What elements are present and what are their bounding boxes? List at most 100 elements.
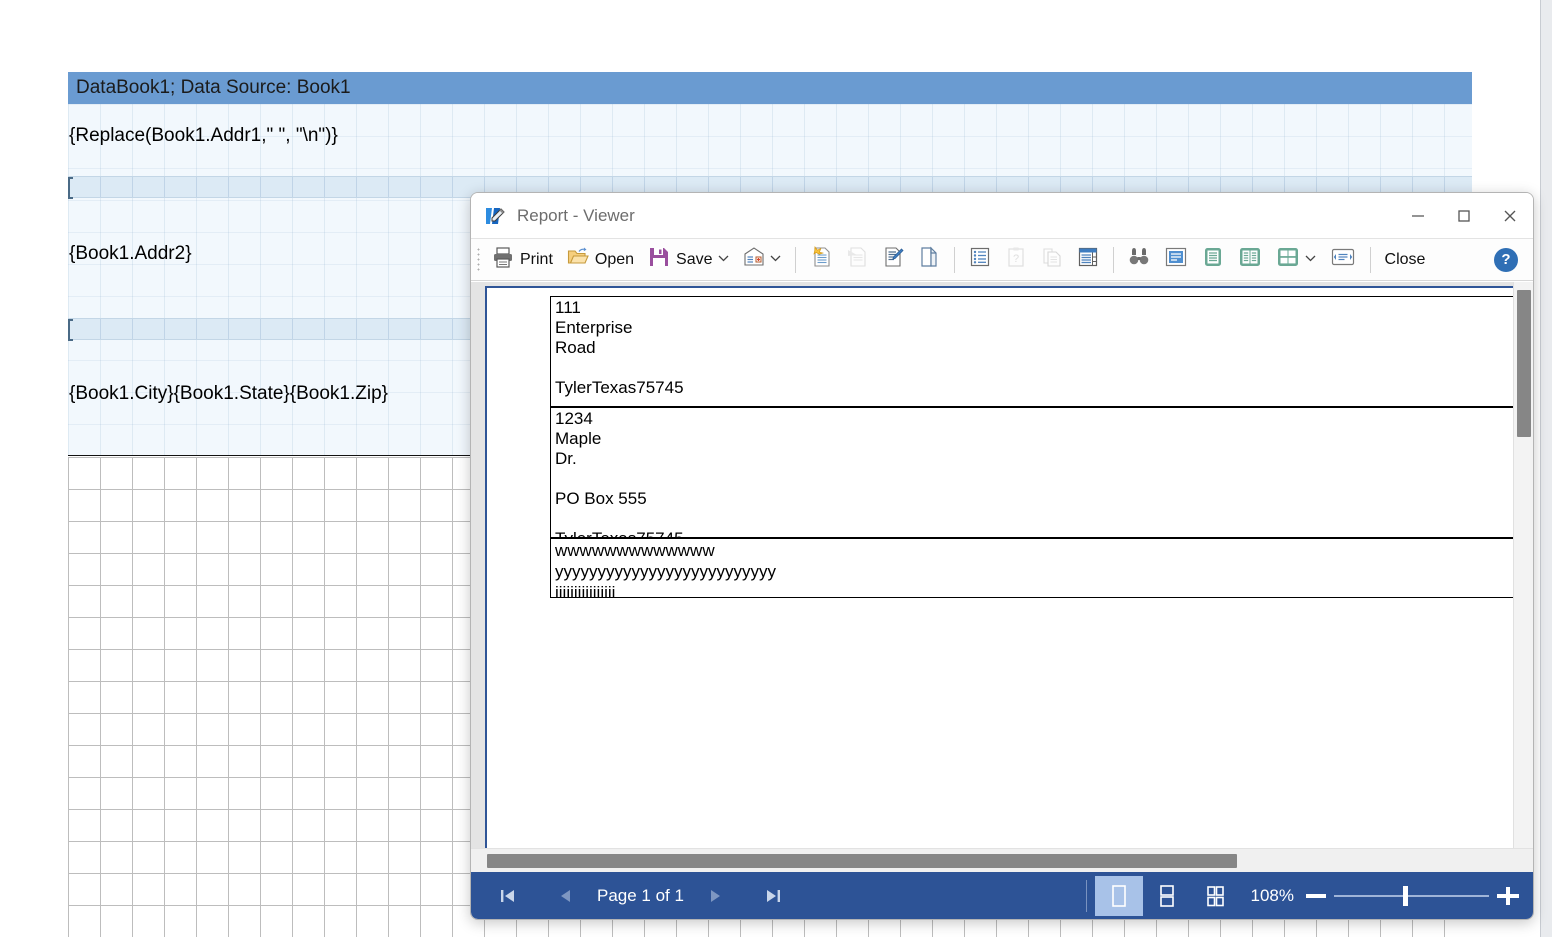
zoom-in-button[interactable]	[1497, 885, 1519, 907]
page-width-button[interactable]	[1324, 243, 1362, 277]
chevron-down-icon[interactable]	[770, 254, 781, 265]
toolbar-separator	[953, 246, 955, 273]
multi-page-view-button[interactable]	[1270, 243, 1322, 277]
single-page-view-button[interactable]	[1158, 243, 1194, 277]
find-icon	[1128, 246, 1150, 273]
viewer-toolbar[interactable]: Print Open Save ? Close ?	[471, 238, 1533, 281]
toolbar-separator	[794, 246, 796, 273]
view-mode-continuous[interactable]	[1143, 876, 1191, 916]
two-page-view-button[interactable]	[1232, 243, 1268, 277]
record-line: Road	[555, 338, 596, 357]
vertical-scrollbar[interactable]	[1513, 282, 1533, 874]
next-page-button[interactable]	[696, 878, 734, 914]
close-report-button[interactable]: Close	[1379, 243, 1432, 277]
viewer-statusbar[interactable]: Page 1 of 1 108%	[471, 872, 1533, 919]
duplicate-page-button	[1035, 243, 1069, 277]
copy-page-icon	[918, 246, 940, 273]
view-mode-multi-page[interactable]	[1191, 876, 1239, 916]
addr2-field[interactable]: {Book1.Addr2}	[69, 243, 192, 265]
horizontal-scrollbar[interactable]	[471, 848, 1533, 872]
sub-band-handle[interactable]	[68, 319, 73, 341]
new-page-icon	[810, 246, 832, 273]
minimize-button[interactable]	[1395, 193, 1441, 238]
zoom-slider-control[interactable]	[1306, 885, 1519, 907]
table-row[interactable]: 111 Enterprise Road TylerTexas75745	[550, 296, 1513, 407]
continuous-view-icon	[1202, 246, 1224, 273]
previous-page-button[interactable]	[547, 878, 585, 914]
open-button[interactable]: Open	[561, 243, 640, 277]
edit-page-button[interactable]	[876, 243, 910, 277]
find-button[interactable]	[1122, 243, 1156, 277]
table-row[interactable]: wwwwwwwwwwwww yyyyyyyyyyyyyyyyyyyyyyyyyy…	[550, 538, 1513, 602]
export-button[interactable]	[737, 243, 787, 277]
record-line: Dr.	[555, 449, 577, 468]
zoom-slider-knob[interactable]	[1403, 885, 1408, 906]
band-header-databook1[interactable]: DataBook1; Data Source: Book1	[68, 72, 1472, 104]
view-mode-single-page[interactable]	[1094, 875, 1143, 916]
export-envelope-icon	[743, 246, 765, 273]
sub-band-handle[interactable]	[68, 177, 73, 199]
open-folder-icon	[567, 246, 589, 273]
new-page-button[interactable]	[804, 243, 838, 277]
zoom-out-button[interactable]	[1306, 893, 1326, 898]
thumbnails-button[interactable]	[1071, 243, 1105, 277]
print-icon	[492, 246, 514, 273]
toolbar-grip[interactable]	[477, 246, 480, 273]
copy-page-button[interactable]	[912, 243, 946, 277]
report-viewer-window[interactable]: Report - Viewer Print Open Save ? Close …	[470, 192, 1534, 920]
toolbar-separator	[1369, 246, 1371, 273]
page-width-icon	[1330, 246, 1356, 273]
multi-page-view-icon	[1276, 246, 1300, 273]
bookmarks-button[interactable]	[963, 243, 997, 277]
chevron-down-icon[interactable]	[718, 254, 729, 265]
record-line: 111	[555, 298, 581, 317]
addr1-expression-field[interactable]: {Replace(Book1.Addr1," ", "\n")}	[69, 125, 338, 147]
designer-right-panel-strip	[1540, 0, 1552, 937]
horizontal-scrollbar-thumb[interactable]	[487, 854, 1237, 868]
page-properties-icon: ?	[1005, 246, 1027, 273]
thumbnails-icon	[1077, 246, 1099, 273]
page-viewport[interactable]: 111 Enterprise Road TylerTexas75745 1234…	[471, 282, 1533, 874]
viewer-window-title: Report - Viewer	[517, 205, 635, 225]
print-button[interactable]: Print	[486, 243, 559, 277]
record-line: TylerTexas75745	[555, 378, 684, 397]
zoom-level-label: 108%	[1250, 885, 1294, 905]
delete-page-button	[840, 243, 874, 277]
record-line: yyyyyyyyyyyyyyyyyyyyyyyyyy	[555, 562, 776, 581]
open-label: Open	[594, 250, 635, 268]
help-button[interactable]: ?	[1488, 243, 1524, 277]
page-indicator: Page 1 of 1	[597, 885, 684, 905]
print-label: Print	[520, 250, 553, 268]
report-page-sheet[interactable]: 111 Enterprise Road TylerTexas75745 1234…	[485, 286, 1513, 855]
chevron-down-icon[interactable]	[1305, 254, 1316, 265]
record-line: iiiiiiiiiiiiiiii	[555, 583, 616, 602]
zoom-slider-track[interactable]	[1334, 885, 1489, 906]
record-line-blank	[555, 358, 1513, 378]
city-state-zip-field[interactable]: {Book1.City}{Book1.State}{Book1.Zip}	[69, 383, 388, 405]
maximize-button[interactable]	[1441, 193, 1487, 238]
page-properties-button: ?	[999, 243, 1033, 277]
last-page-button[interactable]	[754, 878, 792, 914]
viewer-titlebar[interactable]: Report - Viewer	[471, 193, 1533, 238]
toolbar-separator	[1112, 246, 1114, 273]
table-row[interactable]: 1234 Maple Dr. PO Box 555 TylerTexas7574…	[550, 407, 1513, 548]
svg-text:?: ?	[1012, 253, 1018, 265]
statusbar-separator	[1085, 879, 1087, 912]
delete-page-icon	[846, 246, 868, 273]
record-line: PO Box 555	[555, 489, 647, 508]
record-line: Enterprise	[555, 318, 633, 337]
close-label: Close	[1384, 250, 1426, 268]
first-page-button[interactable]	[489, 878, 527, 914]
help-icon: ?	[1494, 247, 1518, 272]
two-page-view-icon	[1238, 246, 1262, 273]
save-button[interactable]: Save	[642, 243, 734, 277]
report-app-icon	[485, 205, 507, 227]
record-line-blank	[555, 509, 1513, 529]
vertical-scrollbar-thumb[interactable]	[1517, 290, 1531, 437]
record-line: 1234	[555, 409, 593, 428]
continuous-view-button[interactable]	[1196, 243, 1230, 277]
bookmarks-icon	[969, 246, 991, 273]
record-line-blank	[555, 469, 1513, 489]
close-window-button[interactable]	[1487, 193, 1533, 238]
save-disk-icon	[648, 246, 670, 273]
